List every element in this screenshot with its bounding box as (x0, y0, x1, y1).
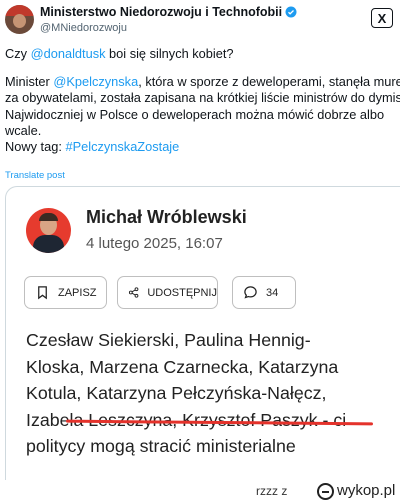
author-name-text: Ministerstwo Niedorozwoju i Technofobii (40, 5, 283, 19)
author-handle[interactable]: @MNiedorozwoju (40, 22, 127, 34)
tweet-text: Czy @donaldtusk boi się silnych kobiet? … (5, 46, 400, 155)
tweet: Ministerstwo Niedorozwoju i Technofobii … (0, 0, 400, 488)
embedded-post-card[interactable]: Michał Wróblewski 4 lutego 2025, 16:07 Z… (5, 186, 400, 488)
embedded-author-name: Michał Wróblewski (86, 207, 247, 227)
save-button[interactable]: ZAPISZ (24, 276, 107, 309)
author-avatar[interactable] (5, 5, 34, 34)
mention-donaldtusk[interactable]: @donaldtusk (31, 46, 106, 61)
share-button[interactable]: UDOSTĘPNIJ (117, 276, 218, 309)
share-icon (128, 287, 139, 298)
translate-post-link[interactable]: Translate post (5, 170, 65, 181)
verified-badge-icon (285, 6, 297, 18)
embedded-author-avatar (26, 208, 71, 253)
underlined-name: Katarzyna Pełczyńska-Nałęcz, (86, 383, 327, 403)
embedded-post-date: 4 lutego 2025, 16:07 (86, 235, 223, 252)
embedded-post-body: Czesław Siekierski, Paulina Hennig- Klos… (26, 330, 347, 456)
comments-button[interactable]: 34 (232, 276, 296, 309)
hashtag-link[interactable]: #PelczynskaZostaje (65, 139, 179, 154)
wykop-watermark: rzzz z wykop.pl (0, 480, 400, 503)
watermark-brand: wykop.pl (337, 482, 396, 499)
wykop-logo-icon (317, 483, 334, 500)
watermark-user: rzzz z (256, 484, 288, 498)
mention-kpelczynska[interactable]: @Kpelczynska (53, 74, 138, 89)
x-logo-icon[interactable]: X (371, 8, 393, 28)
author-name[interactable]: Ministerstwo Niedorozwoju i Technofobii (40, 5, 297, 19)
comment-bubble-icon (244, 286, 257, 299)
bookmark-icon (38, 286, 47, 300)
